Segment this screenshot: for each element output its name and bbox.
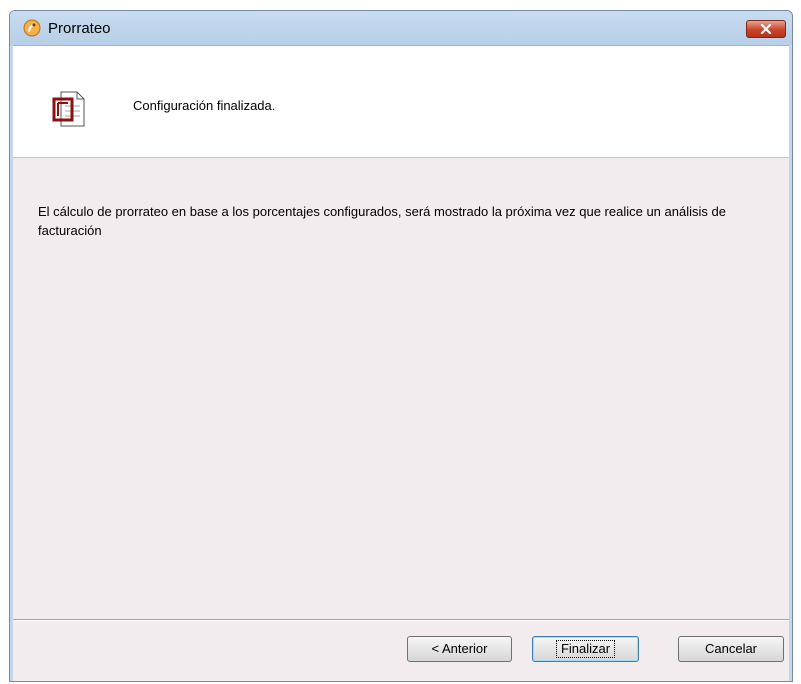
wizard-header: Configuración finalizada.	[13, 46, 789, 158]
cancel-button[interactable]: Cancelar	[678, 636, 784, 662]
message-text: El cálculo de prorrateo en base a los po…	[38, 204, 726, 238]
close-button[interactable]	[746, 20, 786, 38]
header-text: Configuración finalizada.	[133, 98, 276, 113]
prorrateo-dialog: Prorrateo Configuración finalizada. El c…	[9, 10, 793, 682]
close-icon	[760, 24, 772, 34]
app-logo-icon	[23, 19, 41, 37]
finish-button-label: Finalizar	[555, 640, 616, 658]
finish-button[interactable]: Finalizar	[532, 636, 639, 662]
window-title: Prorrateo	[48, 20, 111, 37]
previous-button[interactable]: < Anterior	[407, 636, 512, 662]
document-icon	[51, 88, 87, 130]
footer-divider	[13, 619, 789, 621]
window-frame-right	[789, 45, 792, 681]
title-bar[interactable]: Prorrateo	[10, 11, 792, 46]
